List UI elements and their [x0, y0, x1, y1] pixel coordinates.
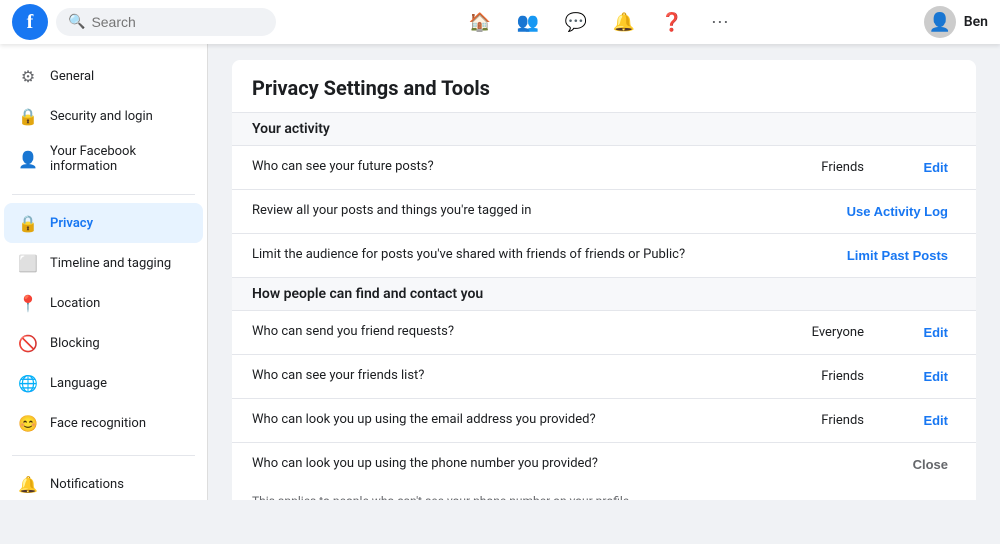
row-label-activity-log: Review all your posts and things you're … — [252, 202, 735, 220]
edit-friend-requests-button[interactable]: Edit — [915, 321, 956, 344]
row-action-future-posts: Edit — [876, 156, 956, 179]
general-icon: ⚙ — [16, 64, 40, 88]
table-row: Who can send you friend requests? Everyo… — [232, 311, 976, 355]
sidebar-label-blocking: Blocking — [50, 336, 100, 351]
row-value-future-posts: Friends — [784, 160, 864, 175]
row-value-friend-requests: Everyone — [784, 325, 864, 340]
table-row: Who can see your friends list? Friends E… — [232, 355, 976, 399]
language-icon: 🌐 — [16, 371, 40, 395]
sidebar-label-face: Face recognition — [50, 416, 146, 431]
table-row: Review all your posts and things you're … — [232, 190, 976, 234]
privacy-icon: 🔒 — [16, 211, 40, 235]
sidebar: ⚙ General 🔒 Security and login 👤 Your Fa… — [0, 44, 208, 500]
messenger-nav-button[interactable]: 💬 — [554, 4, 598, 40]
home-nav-button[interactable]: 🏠 — [458, 4, 502, 40]
sidebar-label-facebook-info: Your Facebook information — [50, 144, 191, 174]
edit-email-lookup-button[interactable]: Edit — [915, 409, 956, 432]
settings-card: Privacy Settings and Tools Your activity… — [232, 60, 976, 500]
row-value-email-lookup: Friends — [784, 413, 864, 428]
page-title: Privacy Settings and Tools — [232, 60, 976, 113]
blocking-icon: 🚫 — [16, 331, 40, 355]
sidebar-item-notifications[interactable]: 🔔 Notifications — [4, 464, 203, 500]
sidebar-divider-2 — [12, 455, 195, 456]
friends-nav-button[interactable]: 👥 — [506, 4, 550, 40]
use-activity-log-button[interactable]: Use Activity Log — [839, 200, 956, 223]
username-label: Ben — [964, 14, 988, 30]
row-label-future-posts: Who can see your future posts? — [252, 158, 772, 176]
sidebar-label-timeline: Timeline and tagging — [50, 256, 171, 271]
row-label-phone-lookup: Who can look you up using the phone numb… — [252, 455, 876, 473]
sidebar-top-section: ⚙ General 🔒 Security and login 👤 Your Fa… — [0, 52, 207, 190]
row-label-limit-past: Limit the audience for posts you've shar… — [252, 246, 735, 264]
facebook-logo[interactable]: f — [12, 4, 48, 40]
table-row: Who can look you up using the phone numb… — [232, 443, 976, 500]
nav-left: f 🔍 — [12, 4, 276, 40]
sidebar-item-language[interactable]: 🌐 Language — [4, 363, 203, 403]
row-value-friends-list: Friends — [784, 369, 864, 384]
row-label-friend-requests: Who can send you friend requests? — [252, 323, 772, 341]
row-label-friends-list: Who can see your friends list? — [252, 367, 772, 385]
table-row: Who can look you up using the email addr… — [232, 399, 976, 443]
logo-letter: f — [27, 11, 34, 34]
location-icon: 📍 — [16, 291, 40, 315]
nav-right: 👤 Ben — [924, 6, 988, 38]
sidebar-privacy-section: 🔒 Privacy ⬜ Timeline and tagging 📍 Locat… — [0, 199, 207, 451]
sidebar-notifications-section: 🔔 Notifications 📱 Mobile 📄 Public posts — [0, 460, 207, 500]
row-action-limit-past: Limit Past Posts — [839, 244, 956, 267]
sidebar-item-general[interactable]: ⚙ General — [4, 56, 203, 96]
sidebar-item-location[interactable]: 📍 Location — [4, 283, 203, 323]
sidebar-item-facebook-info[interactable]: 👤 Your Facebook information — [4, 136, 203, 182]
sidebar-label-language: Language — [50, 376, 107, 391]
row-action-email-lookup: Edit — [876, 409, 956, 432]
notifications-nav-button[interactable]: 🔔 — [602, 4, 646, 40]
nav-center: 🏠 👥 💬 🔔 ❓ ⋯ — [276, 4, 924, 40]
menu-nav-button[interactable]: ⋯ — [698, 4, 742, 40]
facebook-info-icon: 👤 — [16, 147, 40, 171]
table-row: Who can see your future posts? Friends E… — [232, 146, 976, 190]
search-input[interactable] — [91, 14, 251, 30]
top-navigation: f 🔍 🏠 👥 💬 🔔 ❓ ⋯ 👤 Ben — [0, 0, 1000, 44]
sidebar-item-blocking[interactable]: 🚫 Blocking — [4, 323, 203, 363]
edit-friends-list-button[interactable]: Edit — [915, 365, 956, 388]
sidebar-item-timeline[interactable]: ⬜ Timeline and tagging — [4, 243, 203, 283]
notifications-icon: 🔔 — [16, 472, 40, 496]
sidebar-label-notifications: Notifications — [50, 477, 124, 492]
security-icon: 🔒 — [16, 104, 40, 128]
edit-future-posts-button[interactable]: Edit — [915, 156, 956, 179]
search-icon: 🔍 — [68, 14, 85, 30]
phone-lookup-expanded: This applies to people who can't see you… — [252, 494, 956, 500]
main-content: Privacy Settings and Tools Your activity… — [208, 44, 1000, 500]
sidebar-divider-1 — [12, 194, 195, 195]
sidebar-label-location: Location — [50, 296, 100, 311]
row-action-activity-log: Use Activity Log — [839, 200, 956, 223]
page-body: ⚙ General 🔒 Security and login 👤 Your Fa… — [0, 44, 1000, 500]
limit-past-posts-button[interactable]: Limit Past Posts — [839, 244, 956, 267]
sidebar-label-general: General — [50, 69, 94, 84]
sidebar-label-security: Security and login — [50, 109, 153, 124]
face-icon: 😊 — [16, 411, 40, 435]
sidebar-item-privacy[interactable]: 🔒 Privacy — [4, 203, 203, 243]
section-header-activity: Your activity — [232, 113, 976, 146]
row-label-email-lookup: Who can look you up using the email addr… — [252, 411, 772, 429]
phone-lookup-sub: This applies to people who can't see you… — [252, 494, 956, 500]
avatar[interactable]: 👤 — [924, 6, 956, 38]
row-action-friend-requests: Edit — [876, 321, 956, 344]
table-row: Limit the audience for posts you've shar… — [232, 234, 976, 278]
help-nav-button[interactable]: ❓ — [650, 4, 694, 40]
row-action-friends-list: Edit — [876, 365, 956, 388]
section-header-contact: How people can find and contact you — [232, 278, 976, 311]
row-action-phone-lookup: Close — [876, 453, 956, 476]
sidebar-item-security[interactable]: 🔒 Security and login — [4, 96, 203, 136]
close-phone-lookup-button[interactable]: Close — [905, 453, 956, 476]
sidebar-label-privacy: Privacy — [50, 216, 93, 231]
search-box[interactable]: 🔍 — [56, 8, 276, 36]
timeline-icon: ⬜ — [16, 251, 40, 275]
sidebar-item-face[interactable]: 😊 Face recognition — [4, 403, 203, 443]
